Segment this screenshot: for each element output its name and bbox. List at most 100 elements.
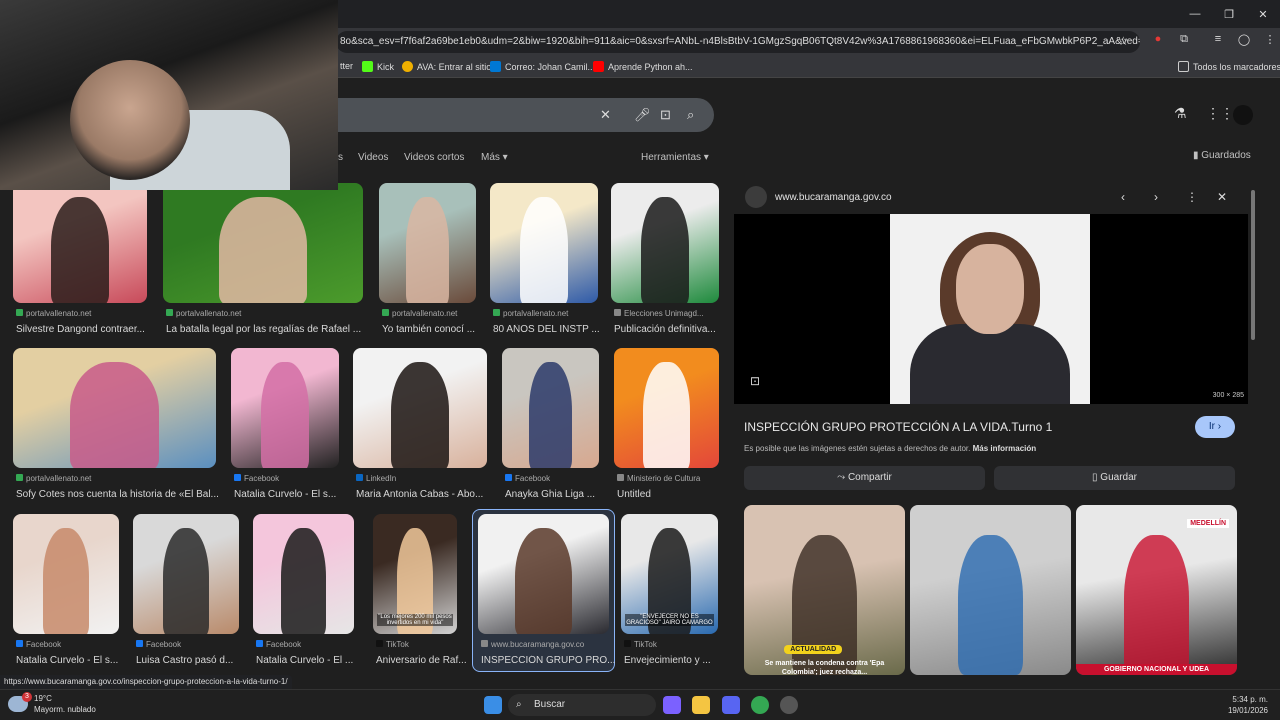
search-input[interactable]: ✕ 🎤︎ ⊡ ⌕	[320, 98, 714, 132]
result-thumbnail[interactable]	[13, 183, 147, 303]
copilot-icon[interactable]	[663, 696, 681, 714]
tools-button[interactable]: Herramientas ▾	[641, 152, 709, 163]
result-thumbnail[interactable]: "ENVEJECER NO ES GRACIOSO" JAIRO CAMARGO	[621, 514, 718, 634]
account-avatar[interactable]	[1233, 105, 1253, 125]
result-title[interactable]: INSPECCIÓN GRUPO PRO...	[481, 655, 615, 666]
all-bookmarks[interactable]: Todos los marcadores	[1178, 61, 1280, 72]
result-thumbnail[interactable]	[231, 348, 339, 468]
result-title[interactable]: Envejecimiento y ...	[624, 655, 711, 666]
result-thumbnail[interactable]	[13, 514, 119, 634]
file-explorer-icon[interactable]	[692, 696, 710, 714]
clock[interactable]: 5:34 p. m. 19/01/2026	[1228, 694, 1268, 716]
bookmark-correo[interactable]: Correo: Johan Camil...	[490, 61, 595, 72]
saved-button[interactable]: ▮ Guardados	[1193, 150, 1251, 161]
maximize-button[interactable]: ❐	[1212, 0, 1246, 28]
bookmark-twitter[interactable]: tter	[340, 61, 353, 71]
share-button[interactable]: ⤳ Compartir	[744, 466, 985, 490]
previous-icon[interactable]: ‹	[1121, 190, 1125, 204]
panel-image-title[interactable]: INSPECCIÓN GRUPO PROTECCIÓN A LA VIDA.Tu…	[744, 420, 1052, 434]
close-window-button[interactable]: ✕	[1246, 0, 1280, 28]
result-thumbnail[interactable]	[502, 348, 599, 468]
visit-button[interactable]: Ir ›	[1195, 416, 1235, 438]
extension-red-icon[interactable]: ●	[1150, 33, 1166, 46]
lens-search-icon[interactable]: ⊡	[660, 107, 671, 123]
start-icon[interactable]	[484, 696, 502, 714]
result-thumbnail[interactable]	[353, 348, 487, 468]
result-source[interactable]: Facebook	[16, 640, 61, 649]
result-source[interactable]: Elecciones Unimagd...	[614, 309, 704, 318]
result-title[interactable]: Yo también conocí ...	[382, 324, 475, 335]
more-options-icon[interactable]: ⋮	[1186, 190, 1198, 204]
result-title[interactable]: Aniversario de Raf...	[376, 655, 467, 666]
result-source[interactable]: portalvallenato.net	[382, 309, 457, 318]
result-thumbnail[interactable]	[611, 183, 719, 303]
result-title[interactable]: Silvestre Dangond contraer...	[16, 324, 145, 335]
taskbar-search[interactable]: ⌕ Buscar	[508, 694, 656, 716]
result-thumbnail[interactable]	[490, 183, 598, 303]
result-source[interactable]: Facebook	[505, 474, 550, 483]
result-title[interactable]: Natalia Curvelo - El s...	[16, 655, 118, 666]
scrollbar[interactable]	[1251, 180, 1257, 675]
tab-more[interactable]: Más ▾	[481, 152, 508, 163]
result-title[interactable]: Anayka Ghia Liga ...	[505, 489, 595, 500]
result-source[interactable]: Ministerio de Cultura	[617, 474, 700, 483]
search-icon[interactable]: ⌕	[687, 107, 694, 123]
result-source[interactable]: Facebook	[136, 640, 181, 649]
settings-icon[interactable]	[780, 696, 798, 714]
result-source[interactable]: Facebook	[256, 640, 301, 649]
result-thumbnail[interactable]	[379, 183, 476, 303]
result-title[interactable]: Maria Antonia Cabas - Abo...	[356, 489, 483, 500]
result-source[interactable]: LinkedIn	[356, 474, 396, 483]
tab-videos[interactable]: Videos	[358, 152, 388, 163]
result-thumbnail[interactable]	[253, 514, 354, 634]
apps-grid-icon[interactable]: ⋮⋮	[1206, 105, 1234, 122]
media-icon[interactable]: ≡	[1210, 33, 1226, 46]
bookmark-python[interactable]: Aprende Python ah...	[593, 61, 693, 72]
scrollbar-thumb[interactable]	[1251, 190, 1255, 340]
result-title[interactable]: 80 AÑOS DEL INSTP ...	[493, 324, 600, 335]
extensions-puzzle-icon[interactable]: ⧉	[1176, 33, 1192, 46]
microphone-icon[interactable]: 🎤︎	[634, 107, 651, 123]
profile-icon[interactable]: ◯	[1236, 33, 1252, 46]
menu-icon[interactable]: ⋮	[1262, 33, 1278, 46]
result-thumbnail[interactable]	[133, 514, 239, 634]
result-source[interactable]: portalvallenato.net	[16, 474, 91, 483]
preview-image[interactable]: ⊡ 300 × 285	[734, 214, 1248, 404]
result-source[interactable]: Facebook	[234, 474, 279, 483]
lens-icon[interactable]: ⊡	[750, 374, 760, 388]
chrome-icon[interactable]	[751, 696, 769, 714]
bookmark-ava[interactable]: AVA: Entrar al sitio	[402, 61, 491, 72]
more-info-link[interactable]: Más información	[973, 444, 1037, 453]
result-thumbnail[interactable]	[13, 348, 216, 468]
related-image[interactable]: MEDELLÍN GOBIERNO NACIONAL Y UDEA	[1076, 505, 1237, 675]
result-source[interactable]: TikTok	[624, 640, 657, 649]
labs-flask-icon[interactable]: ⚗	[1174, 105, 1187, 122]
result-thumbnail[interactable]	[614, 348, 719, 468]
result-title[interactable]: Untitled	[617, 489, 651, 500]
result-thumbnail[interactable]	[478, 514, 609, 634]
address-bar[interactable]: 8o&sca_esv=f7f6af2a69be1eb0&udm=2&biw=19…	[336, 31, 1140, 53]
result-thumbnail[interactable]: "Los mejores 200 mil pesos invertidos en…	[373, 514, 457, 634]
result-title[interactable]: La batalla legal por las regalías de Raf…	[166, 324, 361, 335]
result-source[interactable]: www.bucaramanga.gov.co	[481, 640, 584, 649]
result-source[interactable]: portalvallenato.net	[16, 309, 91, 318]
result-title[interactable]: Natalia Curvelo - El s...	[234, 489, 336, 500]
tab-images[interactable]: s	[338, 152, 343, 163]
result-source[interactable]: TikTok	[376, 640, 409, 649]
result-title[interactable]: Luisa Castro pasó d...	[136, 655, 233, 666]
close-icon[interactable]: ✕	[1217, 190, 1227, 204]
result-title[interactable]: Publicación definitiva...	[614, 324, 716, 335]
save-button[interactable]: ▯ Guardar	[994, 466, 1235, 490]
discord-icon[interactable]	[722, 696, 740, 714]
tab-short-videos[interactable]: Videos cortos	[404, 152, 464, 163]
clear-icon[interactable]: ✕	[600, 107, 611, 123]
next-icon[interactable]: ›	[1154, 190, 1158, 204]
result-source[interactable]: portalvallenato.net	[493, 309, 568, 318]
result-source[interactable]: portalvallenato.net	[166, 309, 241, 318]
related-image[interactable]	[910, 505, 1071, 675]
bookmark-star-icon[interactable]: ☆	[1118, 34, 1129, 48]
result-thumbnail[interactable]	[163, 183, 363, 303]
minimize-button[interactable]: —	[1178, 0, 1212, 28]
related-image[interactable]: ACTUALIDAD Se mantiene la condena contra …	[744, 505, 905, 675]
result-title[interactable]: Sofy Cotes nos cuenta la historia de «El…	[16, 489, 219, 500]
